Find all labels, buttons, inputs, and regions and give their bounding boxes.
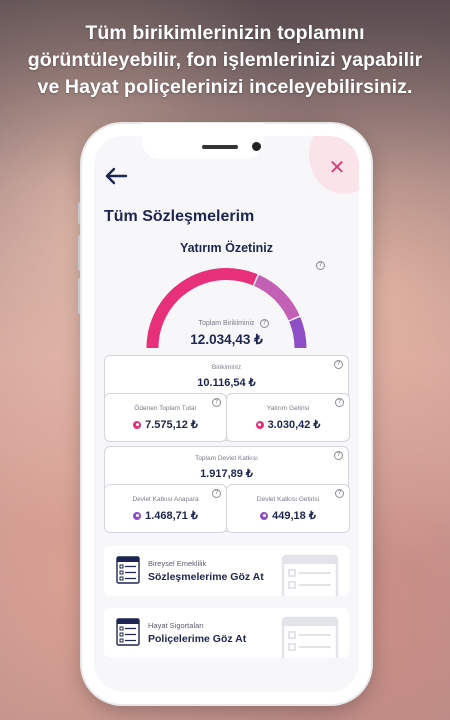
investment-return-row: 3.030,42 ₺ — [227, 418, 349, 431]
investment-return-value: 3.030,42 ₺ — [267, 419, 321, 431]
phone-frame: ✕ Tüm Sözleşmelerim Yatırım Özetiniz ? T… — [82, 124, 371, 704]
savings-label: Birikiminiz — [211, 364, 242, 371]
state-return-card: ? Devlet Katkısı Getirisi 449,18 ₺ — [226, 484, 350, 533]
phone-speaker — [202, 145, 238, 149]
headline-line-3: ve Hayat poliçelerinizi inceleyebilirsin… — [37, 76, 413, 98]
paid-total-value: 7.575,12 ₺ — [145, 419, 198, 431]
total-savings-label: Toplam Birikiminiz — [198, 320, 255, 327]
info-icon[interactable]: ? — [316, 261, 325, 270]
paid-total-row: 7.575,12 ₺ — [105, 418, 226, 431]
headline-line-1: Tüm birikimlerinizin toplamını — [85, 22, 365, 44]
state-return-row: 449,18 ₺ — [227, 509, 349, 522]
savings-card: ? Birikiminiz 10.116,54 ₺ ? Ödenen Topla… — [104, 355, 350, 442]
life-policies-link[interactable]: Hayat Sigortaları Poliçelerime Göz At — [104, 608, 349, 658]
life-link-text: Poliçelerime Göz At — [148, 633, 247, 645]
pink-dot-icon — [255, 420, 264, 429]
state-principal-row: 1.468,71 ₺ — [105, 509, 226, 522]
phone-camera — [252, 142, 261, 151]
document-list-icon — [116, 556, 140, 584]
state-return-label: Devlet Katkısı Getirisi — [256, 496, 320, 503]
document-watermark-icon — [281, 616, 339, 658]
state-contribution-card: ? Toplam Devlet Katkısı 1.917,89 ₺ ? Dev… — [104, 446, 350, 533]
headline: Tüm birikimlerinizin toplamını görüntüle… — [0, 20, 450, 101]
state-contribution-label: Toplam Devlet Katkısı — [195, 455, 258, 462]
life-insurance-label: Hayat Sigortaları — [148, 621, 204, 630]
page-title: Tüm Sözleşmelerim — [104, 208, 255, 225]
headline-line-2: görüntüleyebilir, fon işlemlerinizi yapa… — [27, 49, 423, 71]
document-list-icon — [116, 618, 140, 646]
back-arrow-icon[interactable] — [104, 166, 128, 186]
close-icon[interactable]: ✕ — [325, 156, 349, 180]
paid-total-card: ? Ödenen Toplam Tutar 7.575,12 ₺ — [104, 393, 227, 442]
investment-return-card: ? Yatırım Getirisi 3.030,42 ₺ — [226, 393, 350, 442]
state-contribution-value: 1.917,89 ₺ — [200, 468, 253, 480]
state-return-value: 449,18 ₺ — [272, 510, 316, 522]
pink-dot-icon — [133, 420, 142, 429]
pension-link-text: Sözleşmelerime Göz At — [148, 571, 264, 583]
app-screen: ✕ Tüm Sözleşmelerim Yatırım Özetiniz ? T… — [94, 136, 359, 692]
state-principal-label: Devlet Katkısı Anapara — [132, 496, 199, 503]
savings-value: 10.116,54 ₺ — [197, 377, 256, 389]
total-savings-value: 12.034,43 ₺ — [190, 332, 263, 347]
pension-contracts-link[interactable]: Bireysel Emeklilik Sözleşmelerime Göz At — [104, 546, 349, 596]
investment-return-label: Yatırım Getirisi — [266, 405, 310, 412]
investment-summary-title: Yatırım Özetiniz — [179, 241, 274, 255]
purple-dot-icon — [260, 511, 269, 520]
phone-notch — [142, 123, 264, 159]
gauge-segment-light-purple — [253, 274, 300, 321]
state-principal-value: 1.468,71 ₺ — [145, 510, 198, 522]
pension-label: Bireysel Emeklilik — [148, 559, 207, 568]
info-icon[interactable]: ? — [260, 319, 269, 328]
document-watermark-icon — [281, 554, 339, 596]
paid-total-label: Ödenen Toplam Tutar — [134, 405, 197, 412]
state-principal-card: ? Devlet Katkısı Anapara 1.468,71 ₺ — [104, 484, 227, 533]
purple-dot-icon — [133, 511, 142, 520]
